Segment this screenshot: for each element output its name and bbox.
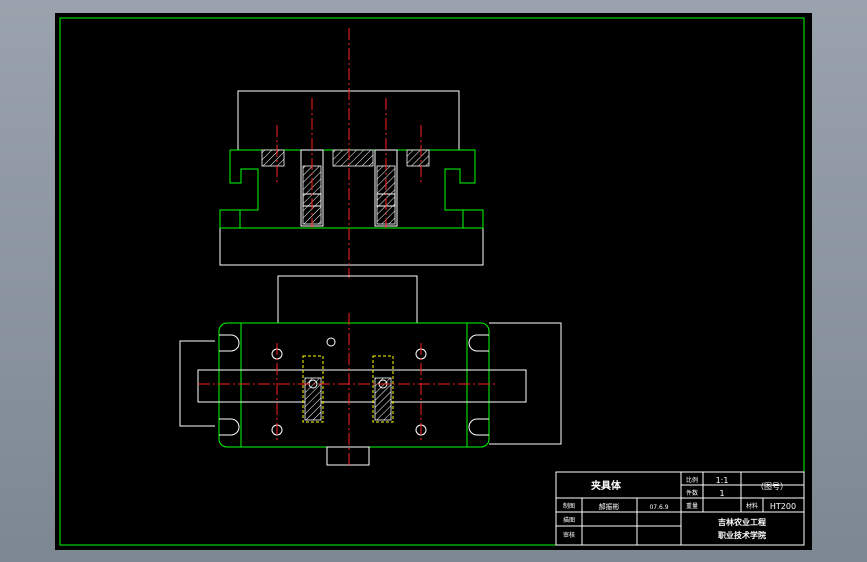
reviewer-label: 审核 — [563, 531, 575, 539]
school-name-line1: 吉林农业工程 — [718, 517, 766, 527]
left-step — [219, 209, 241, 229]
left-u-slot-bottom — [219, 418, 240, 436]
drawing-number: （图号） — [756, 482, 788, 491]
designer-name: 郝振彬 — [599, 502, 620, 511]
left-u-slot-top — [219, 334, 240, 352]
top-plate-outline — [277, 275, 418, 323]
bottom-tab — [326, 446, 370, 466]
title-block: 夹具体 比例 1:1 件数 1 （图号） 重量 材料 HT200 制图 郝振彬 … — [555, 471, 805, 546]
material-label: 材料 — [746, 502, 758, 510]
drawing-frame — [59, 17, 805, 546]
right-step — [462, 209, 484, 229]
drawer-label: 描图 — [563, 516, 575, 524]
designer-label: 制图 — [563, 502, 575, 510]
material-value: HT200 — [770, 502, 796, 511]
section-right-bush — [406, 149, 430, 167]
fixture-body — [218, 322, 490, 448]
workpiece-bar — [197, 369, 527, 403]
top-view — [179, 275, 562, 466]
scale-label: 比例 — [686, 476, 698, 484]
scale-value: 1:1 — [716, 476, 729, 485]
quantity-value: 1 — [719, 489, 724, 498]
front-view — [219, 28, 484, 278]
section-center-top — [332, 149, 374, 167]
part-name: 夹具体 — [591, 479, 622, 492]
cad-viewport[interactable]: 夹具体 比例 1:1 件数 1 （图号） 重量 材料 HT200 制图 郝振彬 … — [55, 13, 812, 550]
drawing-date: 07.6.9 — [649, 504, 668, 511]
fixture-drawing: 夹具体 比例 1:1 件数 1 （图号） 重量 材料 HT200 制图 郝振彬 … — [59, 17, 805, 546]
hole-top-mid — [326, 337, 336, 347]
quantity-label: 件数 — [686, 489, 698, 497]
section-left-bush — [261, 149, 285, 167]
base-plate — [219, 228, 484, 266]
weight-label: 重量 — [686, 502, 698, 510]
right-u-slot-bottom — [468, 418, 489, 436]
right-u-slot-top — [468, 334, 489, 352]
school-name-line2: 职业技术学院 — [718, 530, 766, 540]
right-extension — [489, 322, 562, 445]
